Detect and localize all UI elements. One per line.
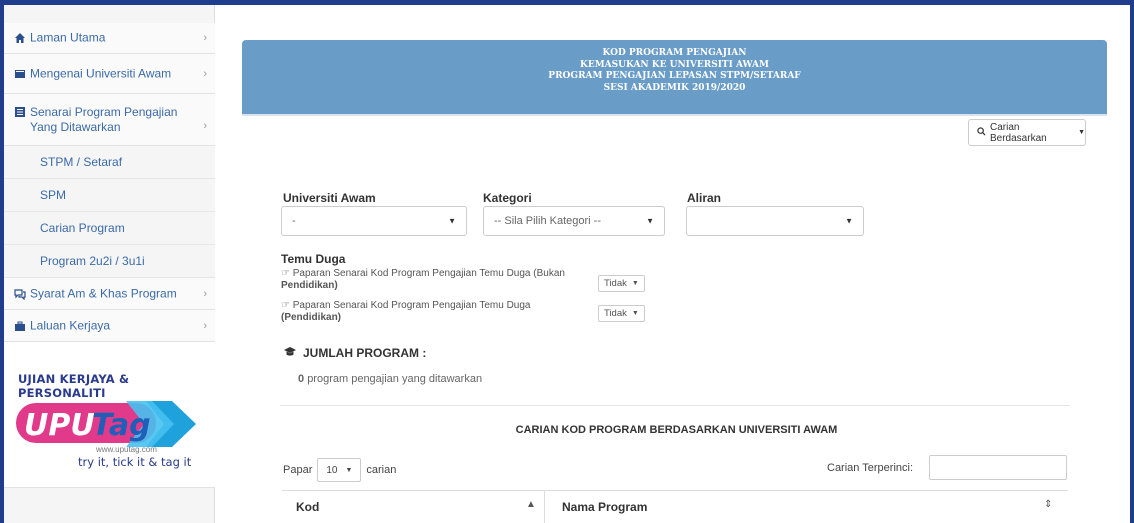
select-value: -- Sila Pilih Kategori -- bbox=[494, 215, 601, 227]
promo-slogan: try it, tick it & tag it bbox=[78, 455, 192, 469]
book-icon bbox=[14, 68, 26, 80]
universiti-select[interactable]: - ▼ bbox=[281, 206, 467, 236]
select-value: - bbox=[292, 215, 296, 227]
kategori-select[interactable]: -- Sila Pilih Kategori -- ▼ bbox=[483, 206, 665, 236]
sidebar-subitem-program-2u2i[interactable]: Program 2u2i / 3u1i bbox=[4, 245, 215, 278]
chevron-right-icon: › bbox=[203, 319, 207, 332]
section-divider bbox=[280, 405, 1070, 406]
jumlah-program-heading: JUMLAH PROGRAM : bbox=[283, 346, 426, 360]
caret-down-icon: ▼ bbox=[345, 466, 353, 474]
option-text-line1: Paparan Senarai Kod Program Pengajian Te… bbox=[292, 300, 531, 311]
page-banner: KOD PROGRAM PENGAJIAN KEMASUKAN KE UNIVE… bbox=[242, 40, 1107, 114]
banner-divider bbox=[242, 114, 1107, 116]
option-text-line2: (Pendidikan) bbox=[281, 312, 342, 323]
search-icon bbox=[977, 126, 986, 139]
svg-text:Tag: Tag bbox=[92, 408, 151, 443]
promo-title: UJIAN KERJAYA & PERSONALITI bbox=[18, 372, 130, 400]
universiti-label: Universiti Awam bbox=[283, 191, 376, 205]
aliran-select[interactable]: ▼ bbox=[686, 206, 864, 236]
sidebar-subitem-label: SPM bbox=[40, 188, 67, 202]
sidebar-item-laluan-kerjaya[interactable]: Laluan Kerjaya › bbox=[4, 310, 215, 342]
banner-line: KEMASUKAN KE UNIVERSITI AWAM bbox=[580, 59, 769, 70]
dropdown-label: Carian Berdasarkan bbox=[990, 121, 1047, 144]
temu-duga-label: Temu Duga bbox=[281, 252, 346, 266]
caret-down-icon: ▼ bbox=[631, 310, 639, 317]
promo-url: www.uputag.com bbox=[96, 445, 157, 454]
program-count-text: 0 program pengajian yang ditawarkan bbox=[298, 373, 482, 385]
temu-duga-option-pendidikan: ☞ Paparan Senarai Kod Program Pengajian … bbox=[281, 300, 601, 324]
sidebar-subitem-stpm[interactable]: STPM / Setaraf bbox=[4, 146, 215, 179]
program-count-suffix: program pengajian yang ditawarkan bbox=[307, 373, 483, 385]
caret-down-icon: ▼ bbox=[448, 216, 456, 226]
sidebar-item-label: Laman Utama bbox=[30, 30, 106, 45]
sidebar-item-mengenai[interactable]: Mengenai Universiti Awam › bbox=[4, 54, 215, 94]
column-header-kod[interactable]: Kod bbox=[296, 500, 319, 514]
graduation-cap-icon bbox=[283, 346, 297, 360]
caret-down-icon: ▼ bbox=[646, 216, 654, 226]
sidebar: Laman Utama › Mengenai Universiti Awam ›… bbox=[4, 5, 215, 523]
caret-down-icon: ▼ bbox=[845, 216, 853, 226]
sidebar-item-laman-utama[interactable]: Laman Utama › bbox=[4, 23, 215, 54]
page-length-select[interactable]: 10 ▼ bbox=[317, 458, 362, 482]
sort-both-icon[interactable]: ⇕ bbox=[1044, 499, 1052, 510]
sidebar-item-label: Senarai Program Pengajian Yang Ditawarka… bbox=[30, 105, 177, 135]
carian-suffix: carian bbox=[366, 464, 397, 476]
aliran-label: Aliran bbox=[687, 191, 722, 205]
select-value: 10 bbox=[326, 464, 338, 476]
home-icon bbox=[14, 32, 26, 44]
temu-duga-bukan-pendidikan-select[interactable]: Tidak ▼ bbox=[598, 275, 645, 292]
chevron-right-icon: › bbox=[203, 67, 207, 80]
table-header: Kod ▲ Nama Program ⇕ bbox=[282, 490, 1068, 523]
sidebar-subitem-label: Program 2u2i / 3u1i bbox=[40, 254, 145, 268]
sidebar-subitem-carian-program[interactable]: Carian Program bbox=[4, 212, 215, 245]
caret-down-icon: ▼ bbox=[1078, 129, 1085, 136]
sidebar-item-label-line1: Senarai Program Pengajian bbox=[30, 104, 178, 119]
select-value: Tidak bbox=[604, 308, 627, 319]
sidebar-subitem-label: STPM / Setaraf bbox=[40, 155, 123, 169]
caret-down-icon: ▼ bbox=[631, 280, 639, 287]
kategori-label: Kategori bbox=[483, 191, 532, 205]
option-text-line2: Pendidikan) bbox=[281, 280, 338, 291]
page-length-control: Papar 10 ▼ carian bbox=[283, 458, 396, 482]
option-text-line1: Paparan Senarai Kod Program Pengajian Te… bbox=[292, 268, 565, 279]
banner-line: PROGRAM PENGAJIAN LEPASAN STPM/SETARAF bbox=[548, 71, 801, 81]
chat-icon bbox=[14, 288, 26, 300]
temu-duga-pendidikan-select[interactable]: Tidak ▼ bbox=[598, 305, 645, 322]
window-frame-right bbox=[1130, 0, 1134, 523]
carian-berdasarkan-dropdown[interactable]: Carian Berdasarkan ▼ bbox=[968, 119, 1086, 146]
banner-line: SESI AKADEMIK 2019/2020 bbox=[603, 82, 746, 93]
column-divider bbox=[544, 491, 545, 523]
briefcase-icon bbox=[14, 320, 26, 332]
sidebar-item-label-line2: Yang Ditawarkan bbox=[30, 119, 121, 134]
sidebar-item-label: Laluan Kerjaya bbox=[30, 318, 111, 332]
sidebar-subitem-spm[interactable]: SPM bbox=[4, 179, 215, 212]
column-header-nama-program[interactable]: Nama Program bbox=[562, 500, 647, 514]
sidebar-item-label: Mengenai Universiti Awam bbox=[30, 66, 172, 80]
select-value: Tidak bbox=[604, 278, 627, 289]
jumlah-program-label: JUMLAH PROGRAM : bbox=[303, 346, 427, 360]
program-count: 0 bbox=[298, 373, 305, 385]
chevron-right-icon: › bbox=[203, 287, 207, 300]
papar-label: Papar bbox=[283, 464, 313, 476]
chevron-right-icon: › bbox=[203, 32, 207, 44]
hand-pointer-icon: ☞ bbox=[281, 300, 290, 311]
svg-text:UPU: UPU bbox=[24, 408, 95, 443]
sidebar-item-syarat[interactable]: Syarat Am & Khas Program › bbox=[4, 278, 215, 310]
banner-line: KOD PROGRAM PENGAJIAN bbox=[602, 48, 747, 58]
carian-terperinci-input[interactable] bbox=[929, 455, 1067, 480]
sidebar-subitem-label: Carian Program bbox=[40, 221, 125, 235]
chevron-right-icon: › bbox=[203, 120, 207, 132]
sidebar-item-senarai-program[interactable]: Senarai Program Pengajian Yang Ditawarka… bbox=[4, 94, 215, 146]
carian-terperinci-label: Carian Terperinci: bbox=[827, 462, 914, 474]
uputag-promo[interactable]: UJIAN KERJAYA & PERSONALITI UPU Tag www.… bbox=[4, 342, 215, 488]
sort-asc-icon[interactable]: ▲ bbox=[526, 499, 536, 510]
sidebar-item-label: Syarat Am & Khas Program bbox=[30, 286, 177, 300]
list-icon bbox=[14, 106, 26, 118]
table-section-title: CARIAN KOD PROGRAM BERDASARKAN UNIVERSIT… bbox=[515, 424, 838, 436]
hand-pointer-icon: ☞ bbox=[281, 268, 290, 279]
temu-duga-option-bukan-pendidikan: ☞ Paparan Senarai Kod Program Pengajian … bbox=[281, 268, 601, 292]
